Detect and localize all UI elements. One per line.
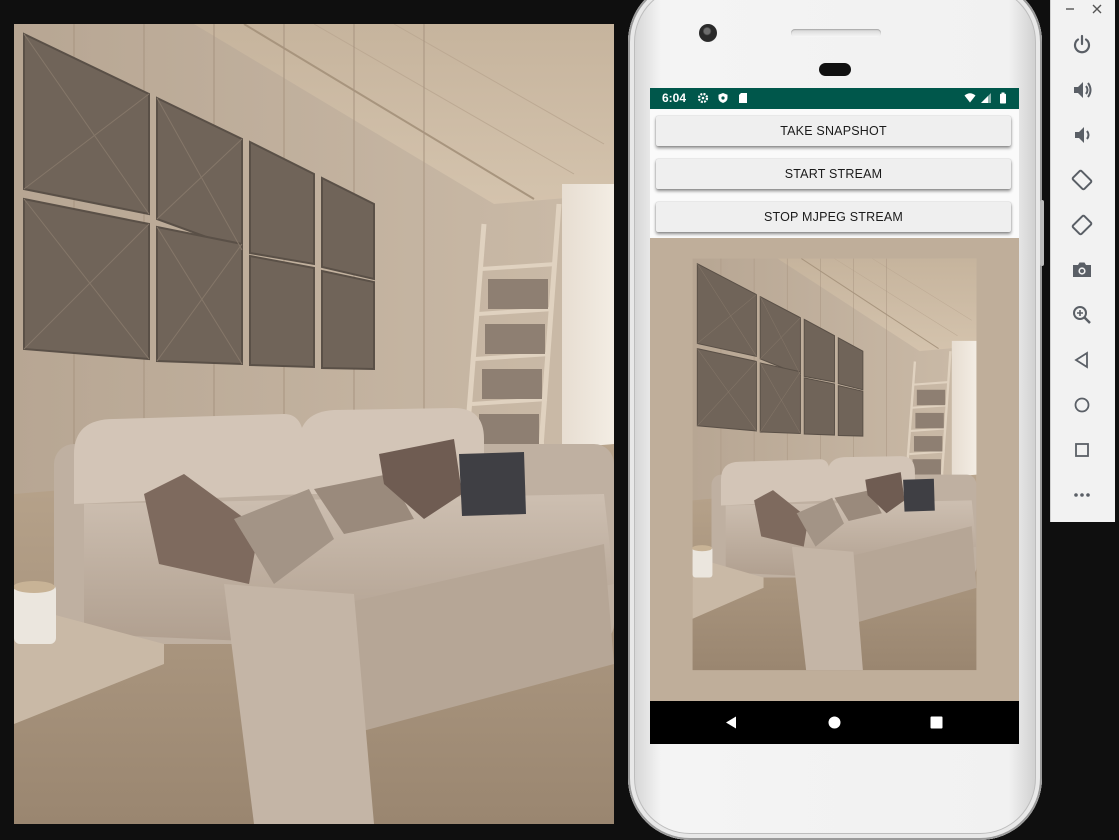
stream-image-view	[650, 238, 1019, 701]
more-icon[interactable]	[1071, 484, 1093, 506]
proximity-sensor	[819, 63, 851, 76]
phone-side-button[interactable]	[1040, 200, 1044, 266]
camera-preview-image	[14, 24, 614, 824]
back-icon[interactable]	[1071, 349, 1093, 371]
signal-icon	[981, 93, 991, 103]
sdcard-icon	[739, 93, 747, 103]
front-camera-icon	[699, 24, 717, 42]
nav-recents-icon[interactable]	[929, 715, 944, 730]
nav-home-icon[interactable]	[827, 715, 842, 730]
battery-icon	[1000, 92, 1006, 104]
close-icon[interactable]	[1091, 3, 1103, 15]
zoom-icon[interactable]	[1071, 304, 1093, 326]
stop-mjpeg-stream-button[interactable]: STOP MJPEG STREAM	[656, 202, 1011, 232]
navigation-bar	[650, 701, 1019, 744]
settings-icon	[697, 92, 709, 104]
start-stream-button[interactable]: START STREAM	[656, 159, 1011, 189]
camera-icon[interactable]	[1071, 259, 1093, 281]
rotate-left-icon[interactable]	[1071, 169, 1093, 191]
shield-icon	[718, 93, 728, 103]
volume-up-icon[interactable]	[1071, 79, 1093, 101]
volume-down-icon[interactable]	[1071, 124, 1093, 146]
earpiece-speaker	[791, 29, 881, 37]
overview-icon[interactable]	[1071, 439, 1093, 461]
home-icon[interactable]	[1071, 394, 1093, 416]
take-snapshot-button[interactable]: TAKE SNAPSHOT	[656, 116, 1011, 146]
status-time: 6:04	[662, 91, 687, 105]
wifi-icon	[964, 93, 976, 103]
nav-back-icon[interactable]	[724, 715, 739, 730]
rotate-right-icon[interactable]	[1071, 214, 1093, 236]
status-bar: 6:04	[650, 88, 1019, 109]
minimize-icon[interactable]	[1064, 3, 1076, 15]
emulator-toolbar	[1050, 0, 1115, 522]
phone-screen: 6:04 TAKE SNAPSHOT START STREAM STOP MJP…	[650, 88, 1019, 744]
power-icon[interactable]	[1071, 34, 1093, 56]
